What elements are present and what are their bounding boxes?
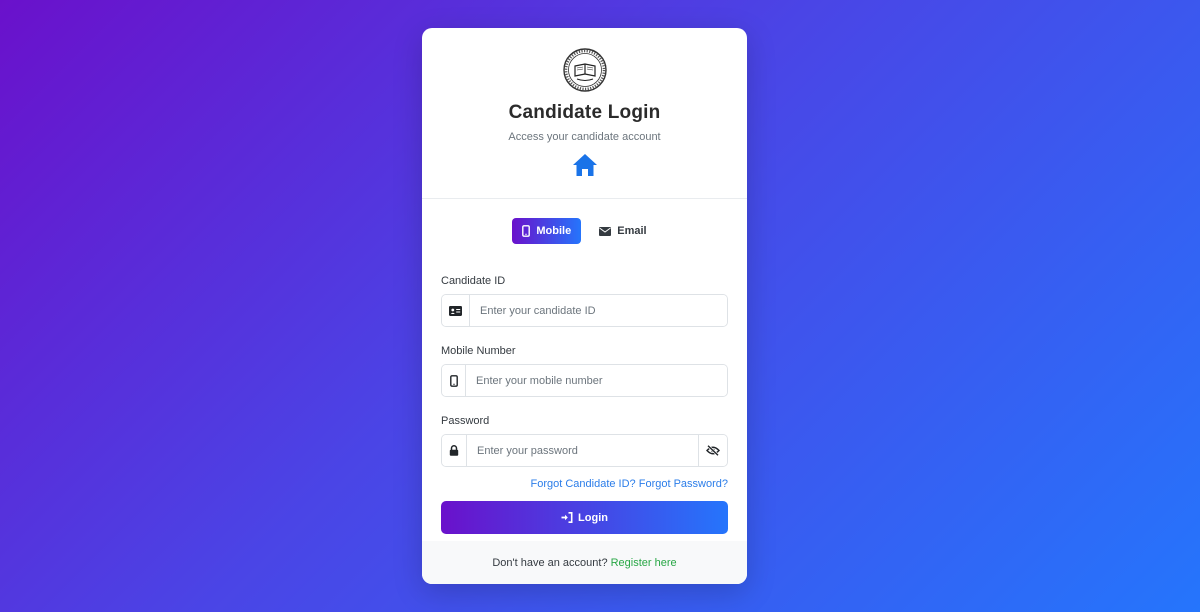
sign-in-icon bbox=[561, 512, 573, 523]
login-card: Candidate Login Access your candidate ac… bbox=[422, 28, 747, 584]
password-input[interactable] bbox=[467, 435, 698, 466]
login-button-label: Login bbox=[578, 511, 608, 524]
mobile-tab-button[interactable]: Mobile bbox=[512, 218, 582, 244]
mobile-tab-label: Mobile bbox=[536, 225, 572, 237]
lock-icon bbox=[442, 435, 467, 466]
home-icon[interactable] bbox=[572, 153, 598, 177]
register-prompt: Don't have an account? bbox=[492, 556, 608, 569]
password-group bbox=[441, 434, 728, 467]
institution-seal-icon bbox=[562, 48, 607, 92]
forgot-candidate-id-link[interactable]: Forgot Candidate ID? bbox=[531, 478, 636, 490]
register-link[interactable]: Register here bbox=[611, 557, 677, 569]
email-tab-label: Email bbox=[617, 225, 647, 237]
mobile-number-input[interactable] bbox=[466, 365, 727, 396]
page-title: Candidate Login bbox=[508, 102, 661, 123]
password-label: Password bbox=[441, 415, 490, 427]
forgot-password-link[interactable]: Forgot Password? bbox=[639, 478, 728, 490]
eye-slash-icon[interactable] bbox=[698, 435, 727, 466]
candidate-id-label: Candidate ID bbox=[441, 275, 506, 287]
login-method-toggle: Mobile Email bbox=[422, 218, 747, 244]
mobile-phone-icon bbox=[522, 225, 531, 237]
page-subtitle: Access your candidate account bbox=[508, 131, 661, 143]
card-footer: Don't have an account? Register here bbox=[422, 541, 747, 584]
login-button[interactable]: Login bbox=[441, 501, 728, 534]
mobile-number-group bbox=[441, 364, 728, 397]
login-form: Candidate ID Mobile Number bbox=[422, 275, 747, 534]
mobile-phone-icon bbox=[442, 365, 466, 396]
mobile-number-label: Mobile Number bbox=[441, 345, 516, 357]
forgot-links: Forgot Candidate ID? Forgot Password? bbox=[441, 478, 729, 490]
candidate-id-input[interactable] bbox=[470, 295, 727, 326]
card-header: Candidate Login Access your candidate ac… bbox=[422, 28, 747, 199]
candidate-id-group bbox=[441, 294, 728, 327]
envelope-icon bbox=[599, 226, 612, 236]
email-tab-button[interactable]: Email bbox=[589, 218, 656, 244]
id-card-icon bbox=[442, 295, 470, 326]
